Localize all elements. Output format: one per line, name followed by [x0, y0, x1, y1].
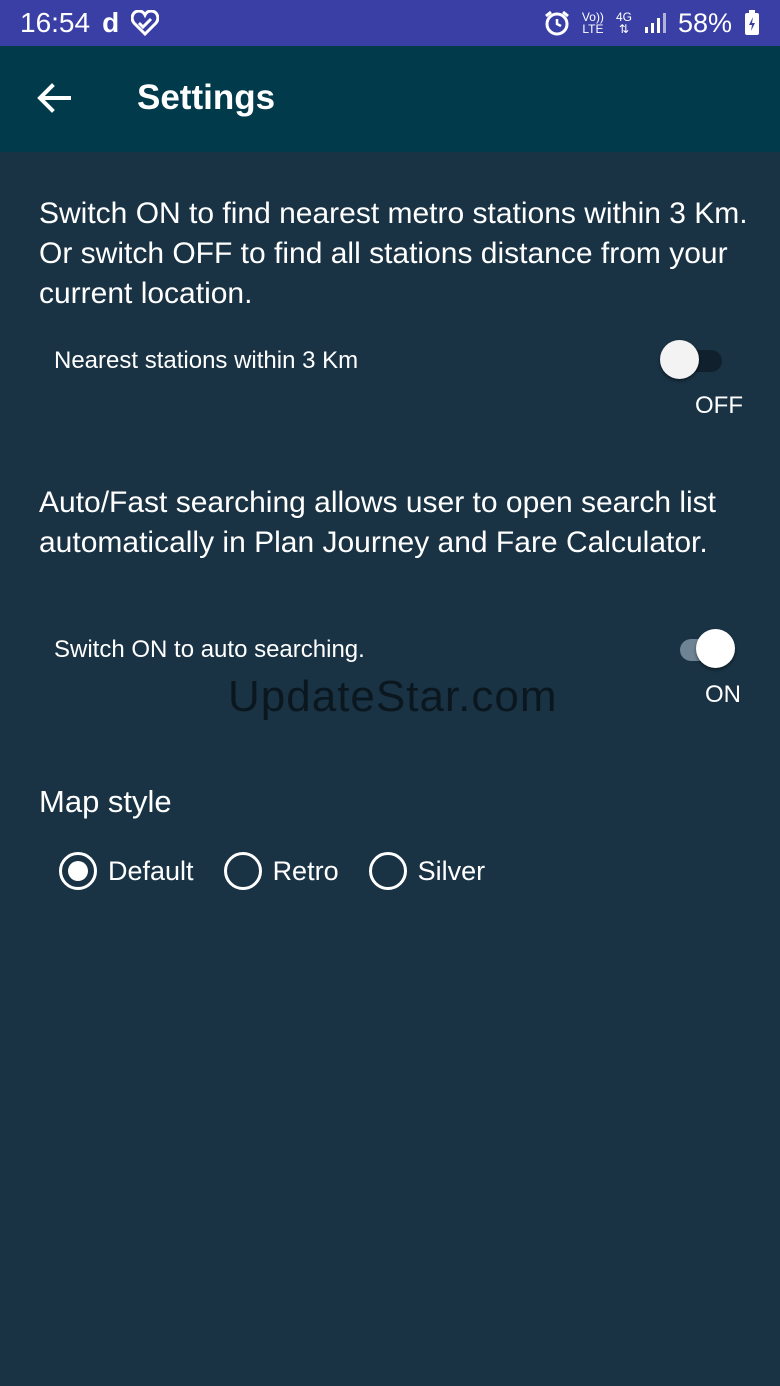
carrier-d-icon: d: [102, 7, 120, 38]
map-style-radio-group: Default Retro Silver: [59, 852, 515, 890]
arrow-left-icon: [37, 82, 71, 118]
status-bar-right: Vo)) LTE 4G ⇅ 58%: [544, 8, 760, 39]
nearest-state-text: OFF: [695, 392, 743, 419]
auto-search-toggle[interactable]: [672, 629, 736, 669]
auto-search-toggle-thumb: [696, 629, 735, 668]
radio-default-circle: [59, 852, 97, 890]
nearest-toggle[interactable]: [660, 340, 724, 380]
battery-icon: [744, 10, 760, 36]
map-style-title: Map style: [39, 784, 172, 819]
radio-selected-dot: [68, 861, 88, 881]
radio-silver-circle: [368, 852, 407, 890]
auto-search-label: Switch ON to auto searching.: [54, 636, 365, 663]
auto-search-description: Auto/Fast searching allows user to open …: [39, 486, 717, 559]
network-4g-icon: 4G ⇅: [615, 10, 632, 36]
radio-default[interactable]: Default: [59, 852, 194, 890]
auto-search-state-text: ON: [705, 681, 741, 708]
heart-icon: [131, 10, 160, 36]
alarm-icon: [544, 10, 570, 36]
app-bar: Settings: [0, 46, 780, 152]
signal-icon: [644, 12, 666, 34]
radio-silver-label: Silver: [417, 855, 486, 886]
radio-default-label: Default: [108, 855, 194, 886]
battery-percent: 58%: [677, 7, 732, 38]
status-bar: 16:54 d Vo)) LTE 4G ⇅ 58%: [0, 0, 780, 46]
volte-icon: Vo)) LTE: [581, 10, 604, 36]
radio-retro-label: Retro: [272, 855, 339, 886]
radio-retro-circle: [223, 852, 262, 890]
nearest-description: Switch ON to find nearest metro stations…: [39, 197, 748, 310]
nearest-label: Nearest stations within 3 Km: [54, 347, 359, 374]
page-title: Settings: [137, 78, 276, 117]
back-button[interactable]: [26, 72, 82, 128]
status-time: 16:54: [20, 7, 91, 38]
radio-silver[interactable]: Silver: [368, 852, 486, 890]
status-bar-left: 16:54 d: [20, 7, 160, 39]
watermark: UpdateStar.com: [228, 672, 558, 721]
nearest-toggle-thumb: [660, 340, 699, 379]
radio-retro[interactable]: Retro: [223, 852, 339, 890]
